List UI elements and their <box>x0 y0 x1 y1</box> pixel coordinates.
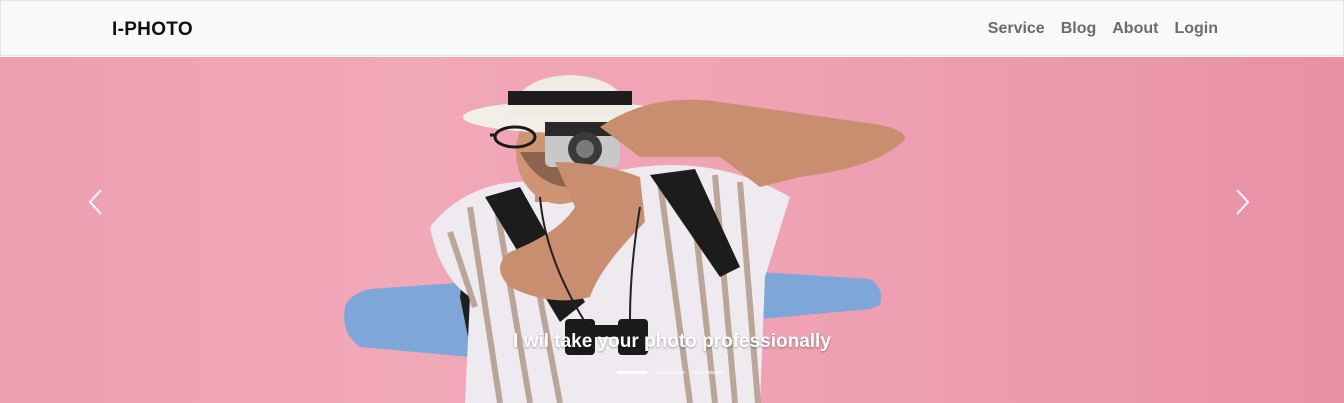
chevron-right-icon <box>1236 189 1250 215</box>
carousel-indicator-2[interactable] <box>655 371 685 374</box>
carousel-next-button[interactable] <box>1222 182 1262 222</box>
brand-logo[interactable]: I-PHOTO <box>112 19 193 41</box>
carousel-indicator-3[interactable] <box>693 371 723 374</box>
carousel-indicators <box>617 371 723 374</box>
hero-carousel: I wil take your photo professionally <box>0 57 1344 403</box>
chevron-left-icon <box>88 189 102 215</box>
nav-link-login[interactable]: Login <box>1174 20 1218 38</box>
nav-link-service[interactable]: Service <box>988 20 1045 38</box>
navbar: I-PHOTO Service Blog About Login <box>0 0 1344 56</box>
nav-link-blog[interactable]: Blog <box>1061 20 1097 38</box>
carousel-indicator-1[interactable] <box>617 371 647 374</box>
carousel-prev-button[interactable] <box>76 182 116 222</box>
nav-link-about[interactable]: About <box>1112 20 1158 38</box>
carousel-caption: I wil take your photo professionally <box>513 331 831 352</box>
nav-links: Service Blog About Login <box>988 20 1218 38</box>
page: I-PHOTO Service Blog About Login I wil t… <box>0 0 1344 403</box>
